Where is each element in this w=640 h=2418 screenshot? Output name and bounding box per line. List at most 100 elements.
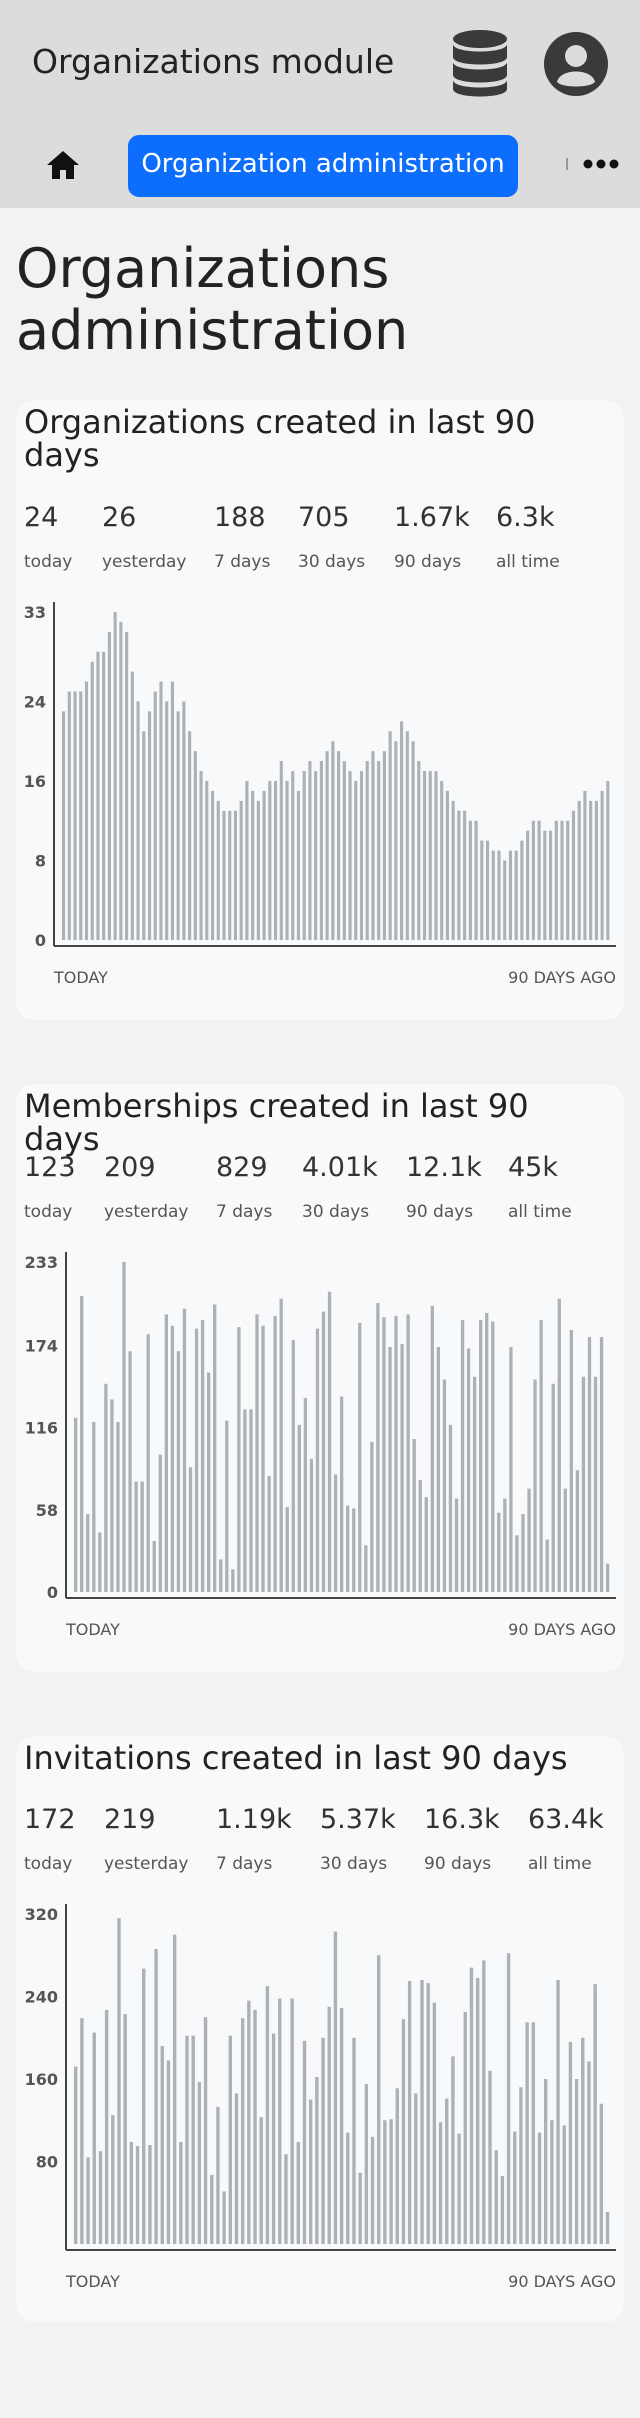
page-title: Organizations administration bbox=[16, 237, 409, 362]
chart-bar bbox=[543, 2079, 548, 2244]
chart-bar bbox=[79, 691, 83, 940]
chart-bar bbox=[219, 1559, 223, 1592]
chart-bar bbox=[405, 731, 409, 940]
y-tick-label: 58 bbox=[36, 1501, 58, 1520]
chart-bar bbox=[104, 1383, 108, 1592]
more-dots-icon[interactable] bbox=[583, 157, 619, 171]
chart-bar bbox=[222, 810, 226, 940]
chart-bar bbox=[339, 1396, 344, 1592]
chart-bar bbox=[457, 810, 461, 940]
chart-bar bbox=[210, 2174, 214, 2244]
chart-bar bbox=[147, 711, 152, 940]
user-circle-icon[interactable] bbox=[544, 32, 608, 96]
chart-bar bbox=[321, 2037, 325, 2244]
chart-bar bbox=[339, 2007, 344, 2244]
chart-bar bbox=[74, 2066, 78, 2245]
chart-bar bbox=[296, 790, 301, 940]
chart-bar bbox=[348, 771, 352, 940]
chart-bar bbox=[448, 1424, 453, 1592]
chart-bar bbox=[216, 2106, 220, 2244]
stats-card: Organizations created in last 90 days 24 t… bbox=[16, 400, 624, 1020]
chart-bar bbox=[122, 1262, 126, 1592]
chart-bar bbox=[237, 1327, 241, 1592]
chart-bar bbox=[333, 1931, 338, 2244]
chart-bar bbox=[279, 761, 283, 940]
chart-bar bbox=[566, 820, 570, 940]
home-icon[interactable] bbox=[46, 150, 80, 180]
chart-bar bbox=[188, 1467, 193, 1592]
chart-bar bbox=[228, 2035, 232, 2244]
chart-bar bbox=[551, 1383, 555, 1592]
chart-bar bbox=[485, 840, 490, 940]
chart-bar bbox=[123, 2014, 127, 2244]
chart-bar bbox=[267, 1475, 271, 1592]
chart-bar bbox=[136, 701, 140, 940]
chart-bar bbox=[497, 1512, 501, 1592]
chart-bar bbox=[593, 1376, 598, 1592]
chart-bar bbox=[245, 780, 249, 940]
nav-divider bbox=[566, 158, 568, 170]
chart-bar bbox=[206, 1372, 211, 1592]
chart-bar bbox=[302, 2040, 307, 2244]
chart-bar bbox=[488, 2070, 492, 2244]
chart-bar bbox=[213, 1304, 217, 1592]
chart-bar bbox=[568, 2041, 573, 2245]
chart-bar bbox=[110, 1399, 114, 1592]
chart-bar bbox=[182, 701, 186, 940]
chart-bar bbox=[531, 820, 535, 940]
chart-bar bbox=[165, 701, 169, 940]
chart-bar bbox=[515, 1535, 519, 1592]
chart-bar bbox=[600, 790, 604, 940]
chart-bar bbox=[445, 2098, 449, 2244]
chart-bar bbox=[256, 800, 260, 940]
chart-bar bbox=[170, 681, 174, 940]
chart-bar bbox=[376, 1303, 380, 1592]
chart-bar bbox=[170, 1325, 175, 1592]
chart-bar bbox=[370, 1441, 374, 1592]
chart-bar bbox=[200, 1320, 205, 1592]
chart-bar bbox=[134, 1481, 138, 1592]
chart-bar bbox=[291, 1339, 295, 1592]
chart-bar bbox=[485, 1312, 489, 1592]
chart-bar bbox=[599, 1337, 604, 1592]
chart-bar bbox=[314, 771, 318, 940]
chart-bar bbox=[225, 1420, 229, 1592]
chart-bar bbox=[80, 2018, 84, 2244]
chart-bar bbox=[234, 2093, 239, 2244]
chart-bar bbox=[400, 721, 404, 940]
chart-bar bbox=[418, 1480, 422, 1592]
chart-bar bbox=[401, 2019, 406, 2244]
chart-bar bbox=[605, 2212, 610, 2244]
nav-item-organization-administration[interactable]: Organization administration bbox=[128, 135, 518, 197]
chart-bar bbox=[107, 631, 111, 940]
chart-bar bbox=[265, 1986, 270, 2244]
database-icon[interactable] bbox=[452, 30, 508, 98]
chart-bar bbox=[146, 1334, 150, 1592]
y-tick-label: 320 bbox=[25, 1905, 58, 1924]
chart-bar bbox=[243, 1409, 247, 1592]
chart-bar bbox=[394, 1315, 398, 1592]
chart-bar bbox=[497, 850, 501, 940]
chart-bar bbox=[432, 2002, 437, 2244]
chart-bar bbox=[406, 1314, 410, 1592]
chart-bar bbox=[526, 830, 530, 940]
chart-bar bbox=[199, 771, 203, 940]
chart-bar bbox=[414, 2093, 418, 2244]
chart-bar bbox=[228, 810, 232, 940]
chart-bar bbox=[468, 820, 472, 940]
chart-bar bbox=[296, 2141, 301, 2244]
chart-bar bbox=[548, 830, 553, 940]
chart-bar bbox=[111, 2115, 115, 2244]
chart-bar bbox=[383, 2120, 387, 2244]
chart-bar bbox=[285, 780, 289, 940]
chart-bar bbox=[569, 1329, 574, 1592]
chart-bar bbox=[508, 850, 513, 940]
chart-bar bbox=[571, 810, 576, 940]
chart-bar bbox=[594, 800, 598, 940]
chart-bar bbox=[445, 790, 449, 940]
chart-bar bbox=[62, 711, 66, 940]
chart-bar bbox=[575, 1470, 580, 1592]
bar-chart: 33 24 16 8 0 bbox=[24, 602, 616, 950]
chart-bar bbox=[520, 840, 524, 940]
chart-bar bbox=[519, 2087, 523, 2244]
